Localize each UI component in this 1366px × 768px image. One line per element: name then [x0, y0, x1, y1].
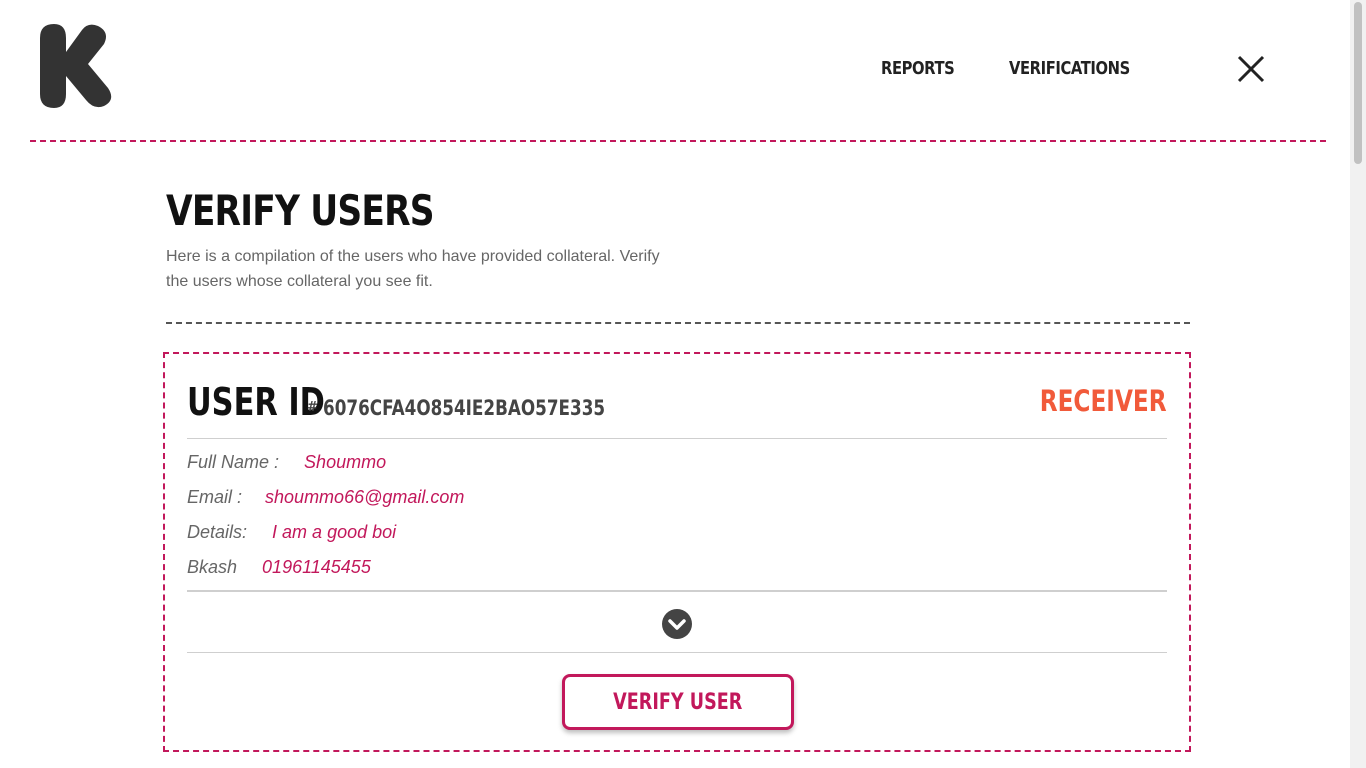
role-badge: RECEIVER	[1040, 384, 1167, 418]
detail-key: Bkash	[187, 557, 238, 577]
main-nav: REPORTS VERIFICATIONS	[881, 58, 1156, 79]
card-divider	[187, 590, 1167, 592]
detail-key: Email :	[187, 487, 243, 507]
detail-details: Details: I am a good boi	[187, 520, 464, 555]
close-icon[interactable]	[1236, 54, 1266, 84]
page-title: VERIFY USERS	[166, 186, 435, 235]
user-card-header: USER ID # 6076CFA4O854IE2BAO57E335 RECEI…	[187, 380, 1167, 440]
nav-verifications-link[interactable]: VERIFICATIONS	[1009, 58, 1130, 79]
detail-email: Email : shoummo66@gmail.com	[187, 485, 464, 520]
detail-key: Full Name :	[187, 452, 280, 472]
detail-value: Shoummo	[304, 452, 387, 472]
header-divider	[30, 140, 1326, 142]
detail-full-name: Full Name : Shoummo	[187, 450, 464, 485]
scrollbar[interactable]	[1350, 0, 1366, 768]
card-divider	[187, 652, 1167, 653]
section-divider	[166, 322, 1190, 324]
detail-value: 01961145455	[262, 557, 371, 577]
scrollbar-thumb[interactable]	[1354, 2, 1362, 164]
page-description: Here is a compilation of the users who h…	[166, 248, 660, 290]
page-intro: VERIFY USERS Here is a compilation of th…	[166, 186, 1190, 324]
user-id-label: USER ID	[187, 380, 325, 424]
user-card: USER ID # 6076CFA4O854IE2BAO57E335 RECEI…	[163, 352, 1191, 752]
user-details: Full Name : Shoummo Email : shoummo66@gm…	[187, 450, 464, 590]
nav-reports-link[interactable]: REPORTS	[881, 58, 955, 79]
chevron-down-icon[interactable]	[661, 608, 693, 640]
detail-key: Details:	[187, 522, 248, 542]
user-id-value: 6076CFA4O854IE2BAO57E335	[323, 396, 606, 420]
user-id-hash: #	[307, 400, 318, 415]
detail-value: I am a good boi	[272, 522, 397, 542]
detail-value: shoummo66@gmail.com	[265, 487, 465, 507]
verify-user-label: VERIFY USER	[613, 689, 743, 715]
verify-user-button[interactable]: VERIFY USER	[562, 674, 794, 730]
detail-bkash: Bkash 01961145455	[187, 555, 464, 590]
k-logo-icon[interactable]	[40, 24, 112, 108]
header: REPORTS VERIFICATIONS	[0, 0, 1350, 142]
card-divider	[187, 438, 1167, 439]
